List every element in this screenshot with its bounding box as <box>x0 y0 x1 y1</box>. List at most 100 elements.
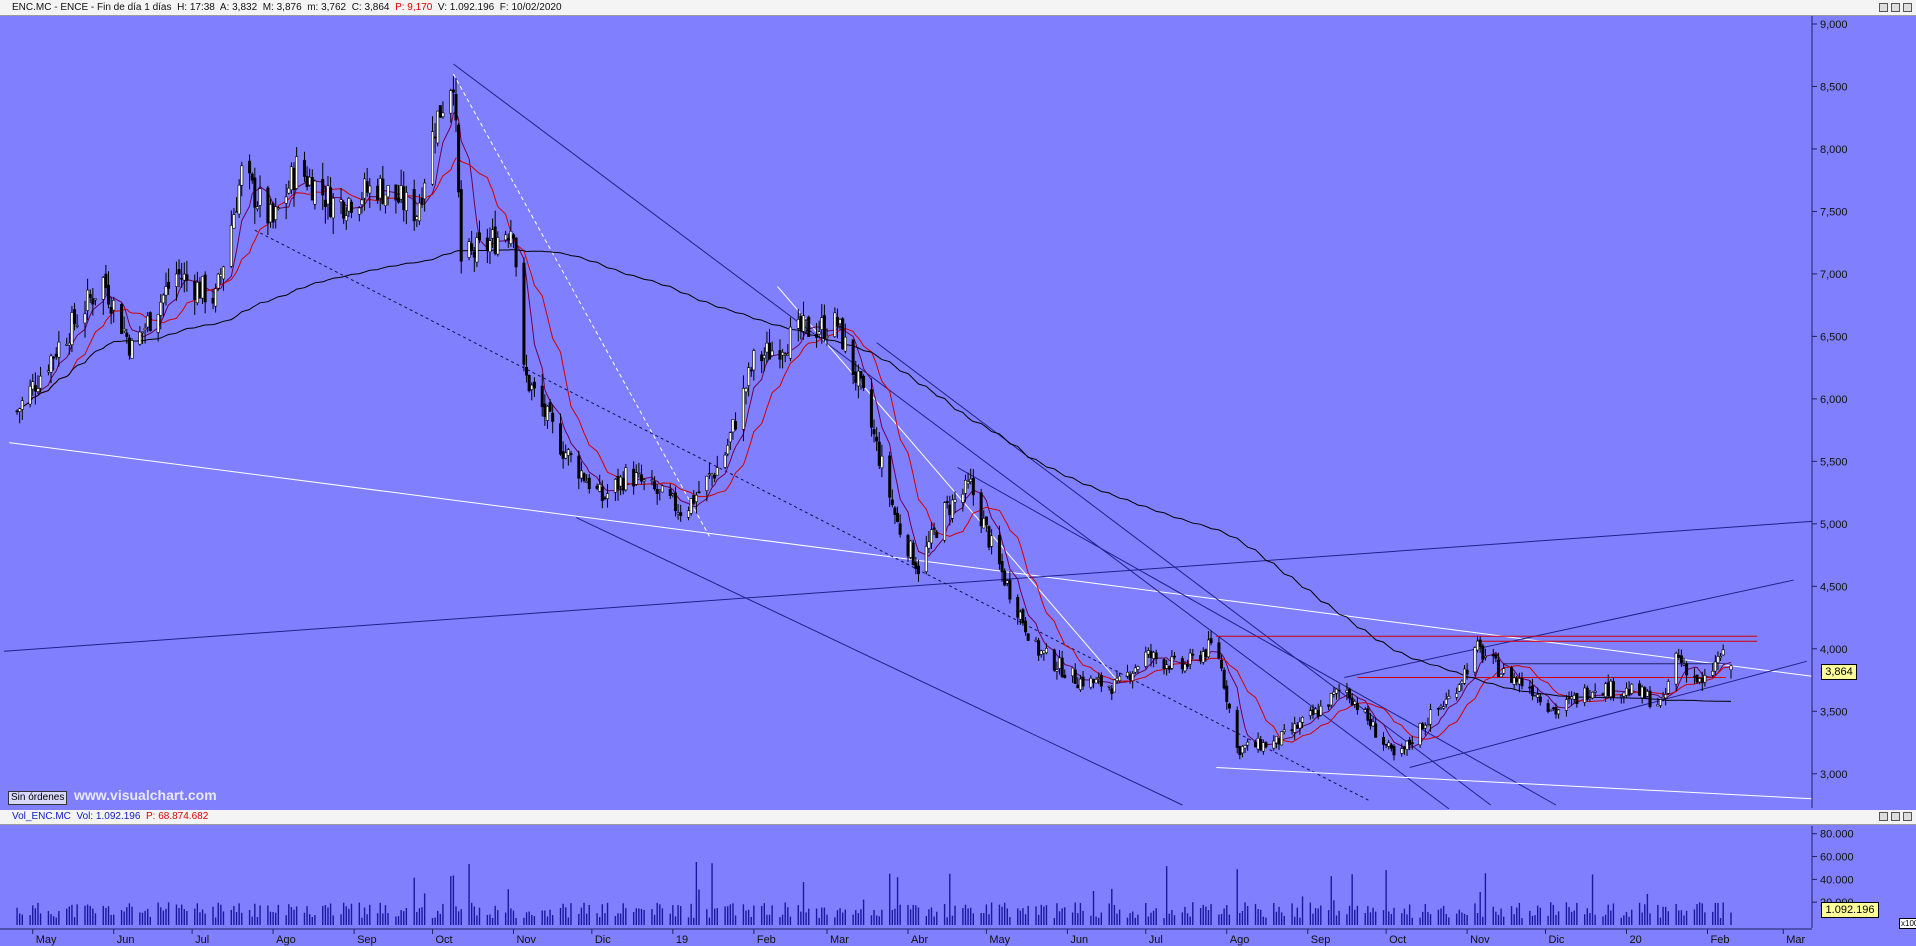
candle-body <box>1585 687 1589 700</box>
price-tick-label: 8,500 <box>1820 81 1848 93</box>
candle-body <box>1460 680 1464 684</box>
candle-body <box>1729 665 1733 671</box>
candle-body <box>749 369 753 372</box>
candle-body <box>1274 735 1278 744</box>
candle-body <box>1044 648 1048 653</box>
candle-body <box>20 400 24 410</box>
candle-body <box>287 187 291 194</box>
candle-body <box>585 481 589 483</box>
candle-body <box>825 335 829 338</box>
time-tick-label: 19 <box>676 934 688 946</box>
candle-body <box>1463 668 1467 684</box>
lower-white-support <box>1216 767 1813 800</box>
candle-body <box>1517 678 1521 685</box>
candle-body <box>415 216 419 220</box>
candle-body <box>1363 709 1367 713</box>
price-tick-label: 3,000 <box>1820 769 1848 781</box>
candle-body <box>75 325 79 327</box>
orders-button[interactable]: Sin órdenes <box>8 791 68 805</box>
candle-body <box>1533 695 1537 697</box>
candle-body <box>559 423 563 455</box>
candle-body <box>731 419 735 433</box>
time-tick-label: Ago <box>276 934 296 946</box>
candle-body <box>869 389 873 428</box>
candle-body <box>423 182 427 200</box>
candle-body <box>632 468 636 487</box>
candle-body <box>237 184 241 215</box>
candle-body <box>70 312 74 345</box>
candle-body <box>676 512 680 515</box>
candle-body <box>1107 686 1111 688</box>
candle-body <box>872 429 876 435</box>
candle-body <box>310 177 314 201</box>
candle-body <box>1191 653 1195 656</box>
candle-body <box>841 318 845 350</box>
candle-body <box>909 540 913 558</box>
candle-body <box>1290 729 1294 732</box>
candle-body <box>511 234 515 239</box>
candle-body <box>551 412 555 422</box>
candle-body <box>433 136 437 139</box>
candle-body <box>726 444 730 455</box>
candle-body <box>705 475 709 491</box>
candle-body <box>650 479 654 482</box>
candle-body <box>49 355 53 373</box>
candle-body <box>1280 731 1284 746</box>
candle-body <box>93 298 97 301</box>
candle-body <box>198 281 202 299</box>
candle-body <box>404 191 408 212</box>
candle-body <box>640 474 644 482</box>
candle-body <box>1154 652 1158 660</box>
candle-body <box>1700 677 1704 684</box>
candle-body <box>31 381 35 390</box>
candle-body <box>527 375 531 392</box>
candle-body <box>582 473 586 481</box>
candle-body <box>694 494 698 503</box>
candle-body <box>890 499 894 505</box>
candle-body <box>747 367 751 386</box>
candle-body <box>1575 693 1579 704</box>
candle-body <box>1457 684 1461 692</box>
candle-body <box>292 167 296 191</box>
candle-body <box>449 90 453 114</box>
candle-body <box>271 203 275 223</box>
candle-body <box>603 497 607 500</box>
candle-body <box>1295 724 1299 729</box>
candle-body <box>1648 690 1652 708</box>
price-chart[interactable]: 9,000 8,500 8,000 7,500 7,000 6,500 6,000 5,500… <box>0 0 1916 946</box>
candle-body <box>577 455 581 479</box>
candle-body <box>963 479 967 494</box>
candle-body <box>566 449 570 456</box>
candle-body <box>1186 664 1190 667</box>
candle-body <box>660 485 664 493</box>
candle-body <box>1624 687 1628 696</box>
candle-body <box>911 542 915 566</box>
watermark-logo: www.visualchart.com <box>74 787 217 803</box>
candle-body <box>1429 709 1433 725</box>
time-tick-label: Mar <box>1786 934 1805 946</box>
candle-body <box>1630 683 1634 694</box>
candle-body <box>1118 675 1122 682</box>
candle-body <box>1227 703 1231 709</box>
candle-body <box>195 282 199 304</box>
candle-body <box>1601 693 1605 696</box>
candle-body <box>383 194 387 207</box>
candle-body <box>655 489 659 495</box>
candle-body <box>214 288 218 307</box>
candle-body <box>295 156 299 189</box>
candle-body <box>1133 667 1137 673</box>
candle-body <box>331 197 335 219</box>
candle-body <box>898 523 902 535</box>
candle-body <box>1421 723 1425 730</box>
time-tick-label: Feb <box>1710 934 1729 946</box>
candle-body <box>39 375 43 389</box>
candle-body <box>1703 675 1707 683</box>
candle-body <box>1329 693 1333 706</box>
candle-body <box>616 475 620 490</box>
candle-body <box>1591 691 1595 699</box>
candle-body <box>778 350 782 360</box>
time-tick-label: Abr <box>911 934 928 946</box>
candle-body <box>875 436 879 442</box>
candle-body <box>668 488 672 496</box>
candle-body <box>339 199 343 203</box>
